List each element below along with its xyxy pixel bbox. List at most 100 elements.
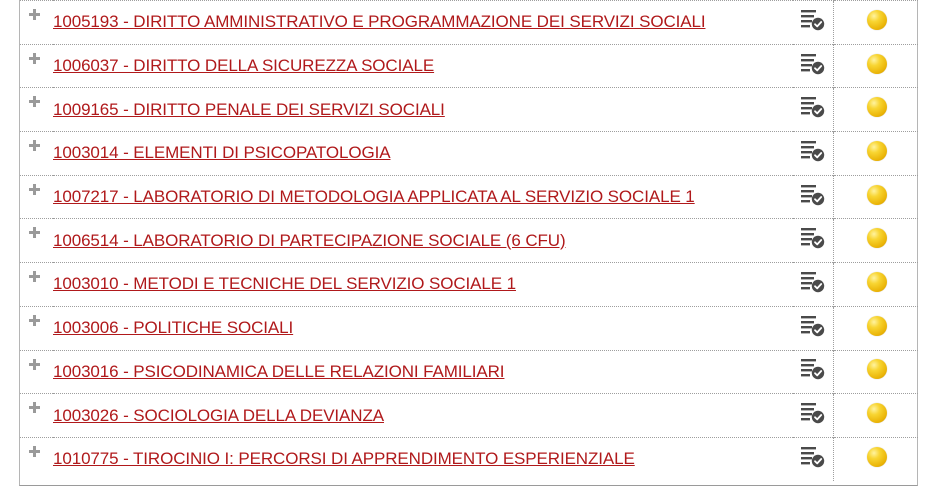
course-link[interactable]: 1007217 - LABORATORIO DI METODOLOGIA APP… <box>53 187 695 206</box>
course-row: 1003026 - SOCIOLOGIA DELLA DEVIANZA <box>20 393 918 438</box>
list-check-icon[interactable] <box>800 8 826 32</box>
expand-cell[interactable] <box>20 43 53 88</box>
course-link[interactable]: 1003026 - SOCIOLOGIA DELLA DEVIANZA <box>53 406 384 425</box>
list-check-icon[interactable] <box>800 139 826 163</box>
expand-cell[interactable] <box>20 131 53 176</box>
course-link[interactable]: 1005193 - DIRITTO AMMINISTRATIVO E PROGR… <box>53 12 706 31</box>
action-cell <box>793 87 834 132</box>
expand-plus-icon[interactable] <box>29 445 40 457</box>
expand-cell[interactable] <box>20 305 53 350</box>
course-title-cell: 1003026 - SOCIOLOGIA DELLA DEVIANZA <box>53 393 793 438</box>
course-title-cell: 1005193 - DIRITTO AMMINISTRATIVO E PROGR… <box>53 0 793 45</box>
list-check-icon[interactable] <box>800 95 826 119</box>
yellow-circle-icon <box>867 228 887 249</box>
course-link[interactable]: 1003006 - POLITICHE SOCIALI <box>53 318 293 337</box>
expand-plus-icon[interactable] <box>29 9 40 20</box>
expand-cell[interactable] <box>20 174 53 219</box>
yellow-circle-icon <box>867 53 887 74</box>
course-title-cell: 1010775 - TIROCINIO I: PERCORSI DI APPRE… <box>53 436 793 482</box>
yellow-circle-icon <box>867 184 887 205</box>
course-row: 1003006 - POLITICHE SOCIALI <box>20 305 918 350</box>
action-cell <box>793 393 834 438</box>
status-cell <box>833 393 918 438</box>
action-cell <box>793 305 834 350</box>
action-cell <box>793 43 834 88</box>
expand-plus-icon[interactable] <box>29 227 40 239</box>
course-link[interactable]: 1006514 - LABORATORIO DI PARTECIPAZIONE … <box>53 231 566 250</box>
expand-cell[interactable] <box>20 0 53 45</box>
expand-plus-icon[interactable] <box>29 358 40 370</box>
expand-plus-icon[interactable] <box>29 96 40 108</box>
course-title-cell: 1006037 - DIRITTO DELLA SICUREZZA SOCIAL… <box>53 43 793 88</box>
expand-cell[interactable] <box>20 218 53 263</box>
action-cell <box>793 0 834 45</box>
course-link[interactable]: 1003014 - ELEMENTI DI PSICOPATOLOGIA <box>53 143 391 162</box>
course-table: 1005193 - DIRITTO AMMINISTRATIVO E PROGR… <box>19 0 918 486</box>
course-link[interactable]: 1009165 - DIRITTO PENALE DEI SERVIZI SOC… <box>53 100 445 119</box>
course-link[interactable]: 1010775 - TIROCINIO I: PERCORSI DI APPRE… <box>53 449 635 468</box>
list-check-icon[interactable] <box>800 357 826 381</box>
expand-cell[interactable] <box>20 349 53 394</box>
course-link[interactable]: 1003010 - METODI E TECNICHE DEL SERVIZIO… <box>53 274 516 293</box>
expand-cell[interactable] <box>20 393 53 438</box>
course-title-cell: 1003014 - ELEMENTI DI PSICOPATOLOGIA <box>53 131 793 176</box>
course-link[interactable]: 1003016 - PSICODINAMICA DELLE RELAZIONI … <box>53 362 505 381</box>
action-cell <box>793 131 834 176</box>
course-title-cell: 1009165 - DIRITTO PENALE DEI SERVIZI SOC… <box>53 87 793 132</box>
course-row: 1003010 - METODI E TECNICHE DEL SERVIZIO… <box>20 262 918 307</box>
list-check-icon[interactable] <box>800 226 826 250</box>
course-title-cell: 1003010 - METODI E TECNICHE DEL SERVIZIO… <box>53 262 793 307</box>
status-cell <box>833 87 918 132</box>
yellow-circle-icon <box>867 403 887 424</box>
list-check-icon[interactable] <box>800 401 826 425</box>
expand-plus-icon[interactable] <box>29 183 40 195</box>
yellow-circle-icon <box>867 9 887 30</box>
expand-plus-icon[interactable] <box>29 271 40 283</box>
expand-cell[interactable] <box>20 436 53 482</box>
yellow-circle-icon <box>867 140 887 161</box>
yellow-circle-icon <box>867 315 887 336</box>
course-row: 1005193 - DIRITTO AMMINISTRATIVO E PROGR… <box>20 0 918 45</box>
expand-plus-icon[interactable] <box>29 402 40 414</box>
action-cell <box>793 349 834 394</box>
expand-plus-icon[interactable] <box>29 140 40 152</box>
status-cell <box>833 131 918 176</box>
status-cell <box>833 305 918 350</box>
course-title-cell: 1006514 - LABORATORIO DI PARTECIPAZIONE … <box>53 218 793 263</box>
status-cell <box>833 43 918 88</box>
expand-cell[interactable] <box>20 262 53 307</box>
course-link[interactable]: 1006037 - DIRITTO DELLA SICUREZZA SOCIAL… <box>53 56 434 75</box>
course-row: 1009165 - DIRITTO PENALE DEI SERVIZI SOC… <box>20 87 918 132</box>
course-row: 1010775 - TIROCINIO I: PERCORSI DI APPRE… <box>20 436 918 482</box>
status-cell <box>833 262 918 307</box>
action-cell <box>793 436 834 482</box>
course-row: 1007217 - LABORATORIO DI METODOLOGIA APP… <box>20 174 918 219</box>
list-check-icon[interactable] <box>800 445 826 469</box>
yellow-circle-icon <box>867 446 887 467</box>
course-title-cell: 1007217 - LABORATORIO DI METODOLOGIA APP… <box>53 174 793 219</box>
status-cell <box>833 436 918 482</box>
course-row: 1006514 - LABORATORIO DI PARTECIPAZIONE … <box>20 218 918 263</box>
list-check-icon[interactable] <box>800 52 826 76</box>
list-check-icon[interactable] <box>800 270 826 294</box>
yellow-circle-icon <box>867 97 887 118</box>
status-cell <box>833 218 918 263</box>
course-title-cell: 1003016 - PSICODINAMICA DELLE RELAZIONI … <box>53 349 793 394</box>
course-rows: 1005193 - DIRITTO AMMINISTRATIVO E PROGR… <box>20 0 918 482</box>
list-check-icon[interactable] <box>800 183 826 207</box>
action-cell <box>793 218 834 263</box>
expand-cell[interactable] <box>20 87 53 132</box>
list-check-icon[interactable] <box>800 314 826 338</box>
status-cell <box>833 0 918 45</box>
action-cell <box>793 262 834 307</box>
action-cell <box>793 174 834 219</box>
course-table-grid: 1005193 - DIRITTO AMMINISTRATIVO E PROGR… <box>20 0 918 482</box>
expand-plus-icon[interactable] <box>29 314 40 326</box>
status-cell <box>833 174 918 219</box>
course-row: 1006037 - DIRITTO DELLA SICUREZZA SOCIAL… <box>20 43 918 88</box>
yellow-circle-icon <box>867 359 887 380</box>
course-row: 1003014 - ELEMENTI DI PSICOPATOLOGIA <box>20 131 918 176</box>
expand-plus-icon[interactable] <box>29 52 40 64</box>
course-row: 1003016 - PSICODINAMICA DELLE RELAZIONI … <box>20 349 918 394</box>
yellow-circle-icon <box>867 271 887 292</box>
